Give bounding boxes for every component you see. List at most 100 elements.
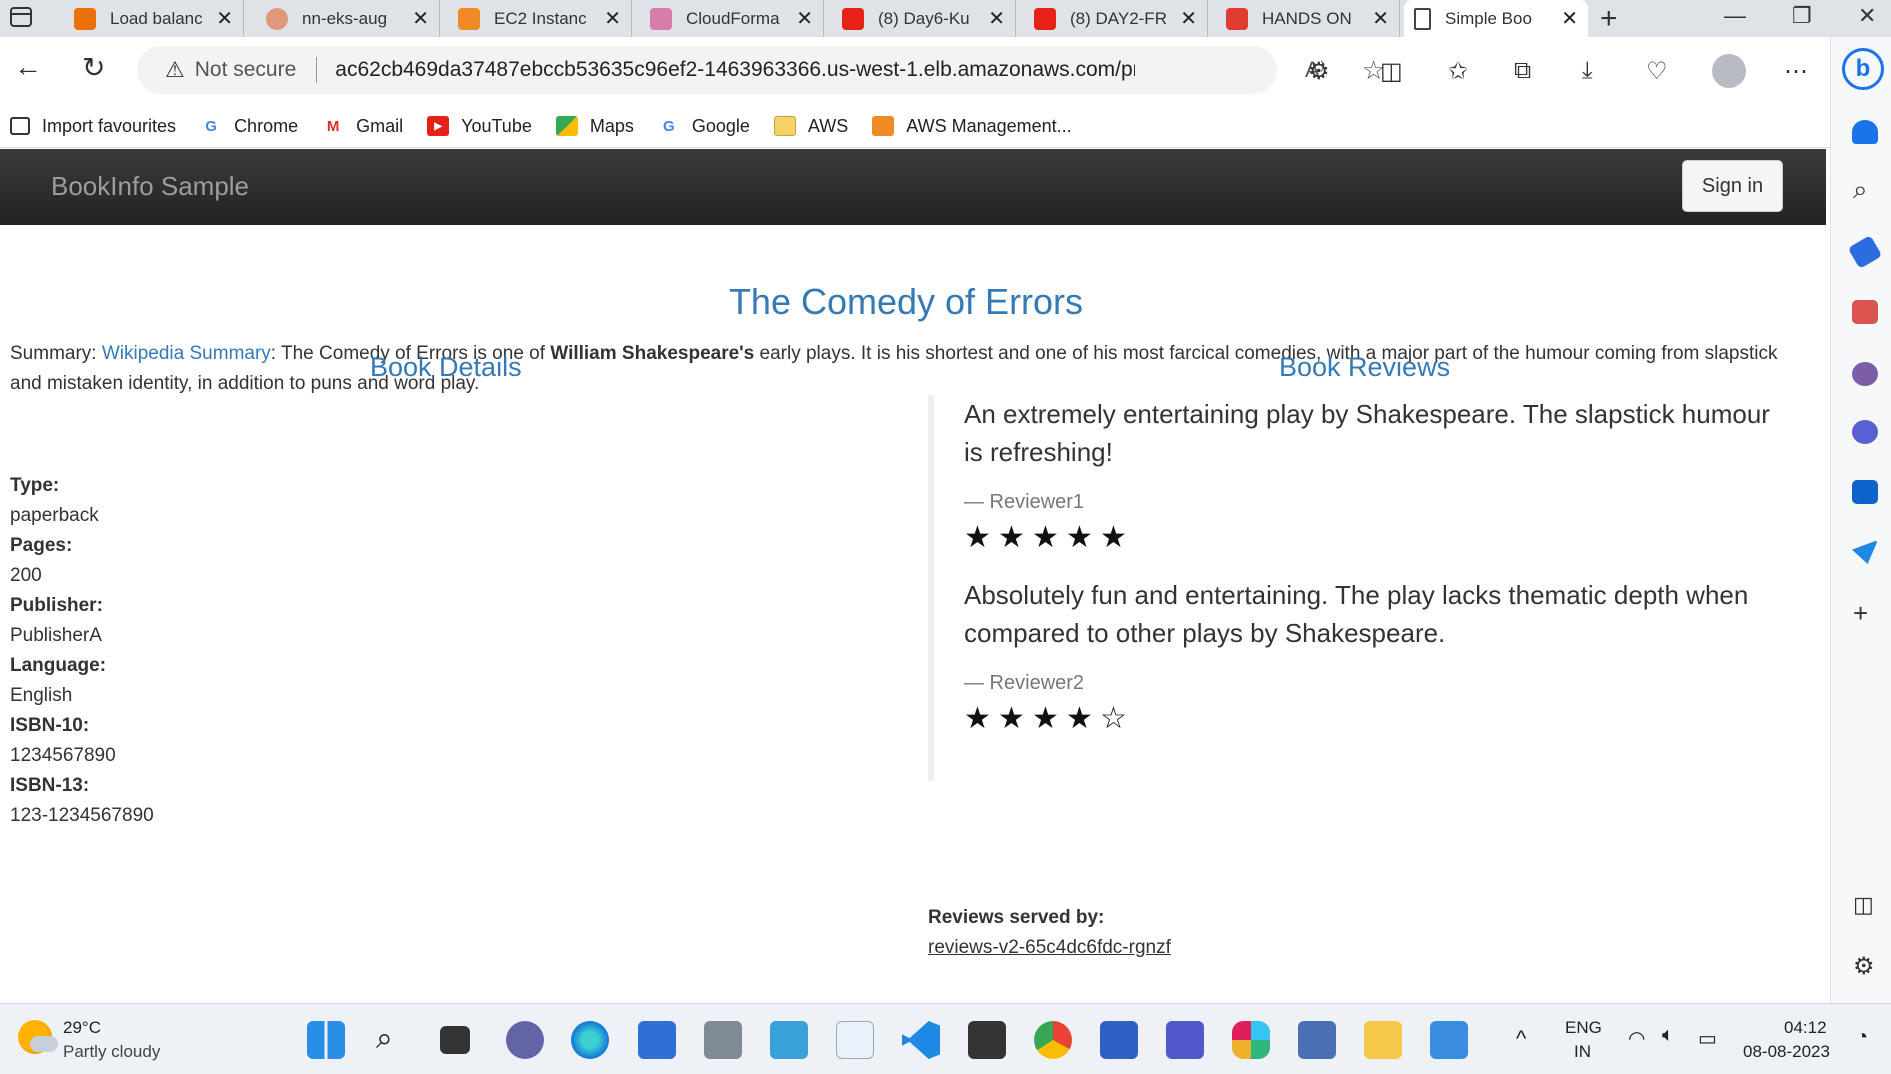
performance-icon[interactable]: ♡ (1646, 57, 1668, 86)
weather-condition[interactable]: Partly cloudy (63, 1042, 160, 1062)
filled-star-icon: ★ (1066, 521, 1093, 554)
show-hidden-icons[interactable]: ^ (1516, 1026, 1526, 1052)
reviewer-name: — Reviewer1 (964, 491, 1085, 513)
slack-icon[interactable] (1232, 1021, 1270, 1059)
close-icon[interactable]: ✕ (604, 6, 621, 31)
split-screen-icon[interactable]: ◫ (1380, 57, 1403, 86)
downloads-icon[interactable]: ⤓ (1582, 57, 1593, 85)
word-pad-icon[interactable] (836, 1021, 874, 1059)
clock-date[interactable]: 08-08-2023 (1743, 1042, 1830, 1062)
tab-day6-youtube[interactable]: (8) Day6-Ku ✕ (832, 0, 1016, 37)
detail-label-publisher: Publisher: (10, 595, 103, 616)
bookmark-chrome[interactable]: G Chrome (200, 116, 298, 137)
google-icon: G (205, 117, 217, 135)
more-options-icon[interactable]: ⋯ (1784, 57, 1808, 86)
add-icon[interactable]: + (1853, 598, 1868, 629)
start-menu-icon[interactable] (307, 1021, 345, 1059)
favourites-icon[interactable]: ✩ (1448, 57, 1468, 86)
url-text[interactable]: ac62cb469da37487ebccb53635c96ef2-1463963… (335, 58, 1135, 82)
address-bar[interactable]: ⚠ Not secure ac62cb469da37487ebccb53635c… (137, 46, 1385, 94)
battery-icon[interactable]: ▭ (1698, 1026, 1717, 1051)
notepad-icon[interactable] (1430, 1021, 1468, 1059)
games-icon[interactable] (1852, 362, 1878, 386)
security-status[interactable]: Not secure (195, 58, 297, 82)
tab-actions-icon[interactable] (10, 7, 32, 27)
bookmark-aws-folder[interactable]: AWS (773, 116, 848, 137)
close-icon[interactable]: ✕ (796, 6, 813, 31)
bookmark-import-favourites[interactable]: Import favourites (10, 116, 176, 137)
close-icon[interactable]: ✕ (412, 6, 429, 31)
close-icon[interactable]: ✕ (1372, 6, 1389, 31)
tools-icon[interactable] (1852, 300, 1878, 324)
snipping-tool-icon[interactable] (968, 1021, 1006, 1059)
reviewer-name: — Reviewer2 (964, 672, 1085, 694)
close-icon[interactable]: ✕ (1561, 6, 1578, 31)
warning-icon[interactable]: ⚠ (165, 57, 185, 83)
close-icon[interactable]: ✕ (988, 6, 1005, 31)
settings-icon[interactable]: ⚙ (1853, 952, 1875, 981)
weather-temperature[interactable]: 29°C (63, 1018, 101, 1038)
close-window-button[interactable]: ✕ (1858, 3, 1876, 29)
collections-icon[interactable]: ⧉ (1514, 57, 1531, 85)
sign-in-button[interactable]: Sign in (1682, 160, 1783, 212)
brand-link[interactable]: BookInfo Sample (51, 171, 249, 202)
profile-avatar[interactable] (1712, 54, 1746, 88)
close-icon[interactable]: ✕ (216, 6, 233, 31)
tab-day2-youtube[interactable]: (8) DAY2-FR ✕ (1024, 0, 1208, 37)
photos-icon[interactable] (770, 1021, 808, 1059)
filled-star-icon: ★ (964, 702, 991, 735)
tab-bar: Load balanc ✕ nn-eks-aug ✕ EC2 Instanc ✕… (0, 0, 1891, 37)
wifi-icon[interactable]: ◠ (1628, 1026, 1645, 1051)
file-explorer-icon[interactable] (1364, 1021, 1402, 1059)
volume-icon[interactable]: 🔈︎ (1662, 1024, 1674, 1047)
restore-button[interactable]: ❐ (1792, 3, 1812, 29)
tab-load-balancer[interactable]: Load balanc ✕ (64, 0, 244, 37)
minimize-button[interactable]: — (1724, 3, 1746, 29)
microsoft-store-icon[interactable] (638, 1021, 676, 1059)
teams-chat-icon[interactable] (506, 1021, 544, 1059)
detail-label-isbn13: ISBN-13: (10, 775, 90, 796)
bookmark-youtube[interactable]: ▶ YouTube (427, 116, 532, 137)
empty-star-icon: ☆ (1100, 702, 1127, 735)
tab-hands-on-pdf[interactable]: HANDS ON ✕ (1216, 0, 1400, 37)
tab-ec2-instances[interactable]: EC2 Instanc ✕ (448, 0, 632, 37)
search-icon[interactable]: ⌕ (376, 1022, 393, 1056)
filled-star-icon: ★ (1032, 521, 1059, 554)
windows-taskbar: 29°C Partly cloudy ⌕ ^ ENG IN ◠ 🔈︎ ▭ 04:… (0, 1003, 1891, 1074)
microsoft365-icon[interactable] (1852, 420, 1878, 444)
review-card: Absolutely fun and entertaining. The pla… (928, 576, 1788, 781)
notification-center-icon[interactable]: ◔ (1856, 1026, 1868, 1049)
tab-cloudformation[interactable]: CloudForma ✕ (640, 0, 824, 37)
rating-stars: ★ ★ ★ ★ ★ (964, 520, 1788, 555)
bookmark-aws-management[interactable]: AWS Management... (872, 116, 1072, 137)
back-button[interactable]: ← (14, 51, 42, 83)
favourites-bar: Import favourites G Chrome M Gmail ▶ You… (0, 105, 1830, 148)
input-language[interactable]: ENG (1565, 1018, 1602, 1038)
close-icon[interactable]: ✕ (1180, 6, 1197, 31)
wikipedia-summary-link[interactable]: Wikipedia Summary (102, 343, 271, 364)
outlook-icon[interactable] (1852, 480, 1878, 504)
new-tab-button[interactable]: + (1600, 2, 1618, 36)
input-region[interactable]: IN (1574, 1042, 1591, 1062)
search-icon[interactable]: ⌕ (1853, 174, 1868, 206)
refresh-button[interactable]: ↻ (82, 51, 105, 84)
teams-icon[interactable] (1166, 1021, 1204, 1059)
vscode-icon[interactable] (902, 1021, 940, 1059)
calculator-icon[interactable] (704, 1021, 742, 1059)
extensions-icon[interactable]: ⚙ (1308, 57, 1330, 86)
edge-icon[interactable] (571, 1021, 609, 1059)
remote-desktop-icon[interactable] (1100, 1021, 1138, 1059)
bookmark-maps[interactable]: Maps (555, 116, 634, 137)
page-icon (1414, 7, 1431, 30)
bookmark-gmail[interactable]: M Gmail (322, 116, 403, 137)
task-view-icon[interactable] (440, 1026, 470, 1054)
tab-simple-bookstore[interactable]: Simple Boo ✕ (1404, 0, 1588, 37)
chrome-icon[interactable] (1034, 1021, 1072, 1059)
clock-time[interactable]: 04:12 (1784, 1018, 1827, 1038)
tab-nn-eks-aug[interactable]: nn-eks-aug ✕ (256, 0, 440, 37)
bookmark-google[interactable]: G Google (658, 116, 750, 137)
network-tool-icon[interactable] (1298, 1021, 1336, 1059)
notifications-icon[interactable] (1852, 120, 1878, 144)
sidebar-toggle-icon[interactable]: ◫ (1853, 892, 1874, 918)
copilot-icon[interactable]: b (1842, 48, 1884, 90)
